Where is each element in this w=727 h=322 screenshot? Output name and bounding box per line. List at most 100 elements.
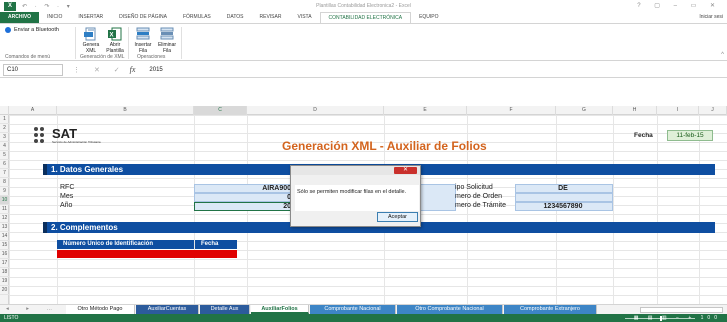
column-header-j[interactable]: J [699, 106, 727, 115]
row-header[interactable]: 2 [0, 124, 9, 133]
row-header[interactable]: 18 [0, 268, 9, 277]
detail-row-error[interactable] [57, 250, 237, 258]
column-header-g[interactable]: G [556, 106, 613, 115]
fecha-value-cell[interactable]: 11-feb-15 [667, 130, 713, 141]
name-box[interactable]: C10 [3, 63, 63, 76]
rfc-input[interactable]: AIRA900 [194, 184, 294, 193]
insert-function-icon[interactable]: fx [130, 65, 136, 74]
header-fecha: Fecha [195, 240, 237, 249]
tab-insertar[interactable]: INSERTAR [70, 12, 111, 23]
row-header[interactable]: 3 [0, 133, 9, 142]
tipo-solicitud-input[interactable]: DE [515, 184, 613, 193]
row-header[interactable]: 10 [0, 196, 9, 205]
eliminar-fila-button[interactable]: Eliminar Fila [156, 27, 178, 54]
numero-tramite-input[interactable]: 1234567890 [515, 202, 613, 211]
column-header-e[interactable]: E [384, 106, 467, 115]
xml-generate-icon [84, 27, 98, 41]
column-header-h[interactable]: H [613, 106, 657, 115]
section-marker [43, 164, 47, 175]
cancel-confirm-icons[interactable]: ⋮ ✕ ✓ [73, 66, 126, 74]
sheet-tab-detalle-aux[interactable]: Detalle Aux [200, 305, 250, 314]
row-header[interactable]: 6 [0, 160, 9, 169]
excel-open-icon: X [108, 27, 122, 41]
tab-datos[interactable]: DATOS [219, 12, 252, 23]
anio-label: Año [60, 202, 73, 209]
formula-input[interactable]: 2015 [149, 67, 162, 73]
genera-xml-button[interactable]: Genera XML [80, 27, 102, 54]
sat-wordmark: SAT [52, 126, 78, 141]
numero-orden-label: mero de Orden [455, 193, 503, 200]
group-separator [128, 27, 129, 59]
tab-diseno-pagina[interactable]: DISEÑO DE PÁGINA [111, 12, 175, 23]
mes-input[interactable]: 0 [194, 193, 294, 202]
row-header[interactable]: 20 [0, 286, 9, 295]
tab-archivo[interactable]: ARCHIVO [0, 12, 40, 23]
column-header-f[interactable]: F [467, 106, 556, 115]
ribbon: Enviar a Bluetooth Genera XML X Abrir Pl… [0, 23, 727, 61]
gridline [699, 115, 700, 304]
sheet-tab-comprobante-extranjero[interactable]: Comprobante Extranjero [504, 305, 597, 314]
ribbon-gap [0, 78, 727, 106]
select-all-corner[interactable] [0, 106, 9, 115]
sat-dots-icon [34, 127, 50, 143]
anio-input[interactable]: 20 [194, 202, 294, 211]
dialog-message: Sólo se permiten modificar filas en el d… [295, 185, 419, 211]
row-headers: 1 2 3 4 5 6 7 8 9 10 11 12 13 14 15 16 1… [0, 115, 9, 304]
alert-dialog: ✕ Sólo se permiten modificar filas en el… [290, 165, 421, 227]
formula-bar: C10 ⋮ ✕ ✓ fx 2015 [0, 62, 727, 78]
sheet-tab-comprobante-nacional[interactable]: Comprobante Nacional [310, 305, 396, 314]
sheet-tab-auxiliar-cuentas[interactable]: AuxiliarCuentas [136, 305, 199, 314]
column-header-a[interactable]: A [9, 106, 57, 115]
rfc-label: RFC [60, 184, 75, 191]
sheet-tab-auxiliar-folios[interactable]: AuxiliarFolios [251, 305, 309, 314]
bluetooth-icon [5, 27, 11, 33]
row-header[interactable]: 9 [0, 187, 9, 196]
row-header[interactable]: 1 [0, 115, 9, 124]
tab-inicio[interactable]: INICIO [39, 12, 70, 23]
aceptar-button[interactable]: Aceptar [377, 212, 418, 222]
numero-orden-input[interactable] [515, 193, 613, 202]
section-datos-generales-label: 1. Datos Generales [51, 165, 124, 174]
sheet-tab-otro-metodo-pago[interactable]: Otro Método Pago [66, 305, 135, 314]
row-header[interactable]: 15 [0, 241, 9, 250]
tab-equipo[interactable]: EQUIPO [411, 12, 446, 23]
column-header-i[interactable]: I [657, 106, 699, 115]
insertar-fila-button[interactable]: Insertar Fila [132, 27, 154, 54]
tab-contabilidad-electronica[interactable]: CONTABILIDAD ELECTRÓNICA [319, 12, 412, 23]
fecha-label: Fecha [634, 132, 653, 139]
signin-link[interactable]: Iniciar sesi [699, 12, 723, 23]
sheet-tab-otro-comprobante-nacional[interactable]: Otro Comprobante Nacional [397, 305, 503, 314]
row-header[interactable]: 11 [0, 205, 9, 214]
sheet-nav-arrows[interactable]: ◂ ▸ … [6, 306, 60, 312]
column-header-b[interactable]: B [57, 106, 194, 115]
dialog-close-button[interactable]: ✕ [394, 167, 417, 174]
row-header[interactable]: 12 [0, 214, 9, 223]
group-label-comandos: Comandos de menú [5, 54, 51, 60]
tab-revisar[interactable]: REVISAR [252, 12, 290, 23]
window-controls[interactable]: ? ▢ – ▭ ✕ [637, 2, 721, 9]
row-header[interactable]: 16 [0, 250, 9, 259]
abrir-plantilla-button[interactable]: X Abrir Plantilla [104, 27, 126, 54]
row-header[interactable]: 14 [0, 232, 9, 241]
section-complementos-label: 2. Complementos [51, 223, 118, 232]
delete-row-icon [160, 27, 174, 41]
column-header-c[interactable]: C [194, 106, 247, 115]
row-header[interactable]: 19 [0, 277, 9, 286]
collapse-ribbon-icon[interactable]: ^ [721, 52, 724, 58]
tab-vista[interactable]: VISTA [289, 12, 319, 23]
row-header[interactable]: 17 [0, 259, 9, 268]
horizontal-scrollbar[interactable] [640, 307, 723, 313]
row-header[interactable]: 4 [0, 142, 9, 151]
status-bar: LISTO ▦ ▤ ▥ − + 100 [0, 314, 727, 322]
row-header[interactable]: 7 [0, 169, 9, 178]
row-header[interactable]: 13 [0, 223, 9, 232]
row-header[interactable]: 5 [0, 151, 9, 160]
window-title: Plantillas Contabilidad Electronica2 - E… [316, 3, 411, 9]
section-marker [43, 222, 47, 233]
send-bluetooth-button[interactable]: Enviar a Bluetooth [5, 27, 59, 33]
status-ready: LISTO [4, 315, 19, 321]
view-zoom-controls[interactable]: ▦ ▤ ▥ − + 100 [634, 315, 721, 321]
row-header[interactable]: 8 [0, 178, 9, 187]
column-header-d[interactable]: D [247, 106, 384, 115]
tab-formulas[interactable]: FÓRMULAS [175, 12, 219, 23]
